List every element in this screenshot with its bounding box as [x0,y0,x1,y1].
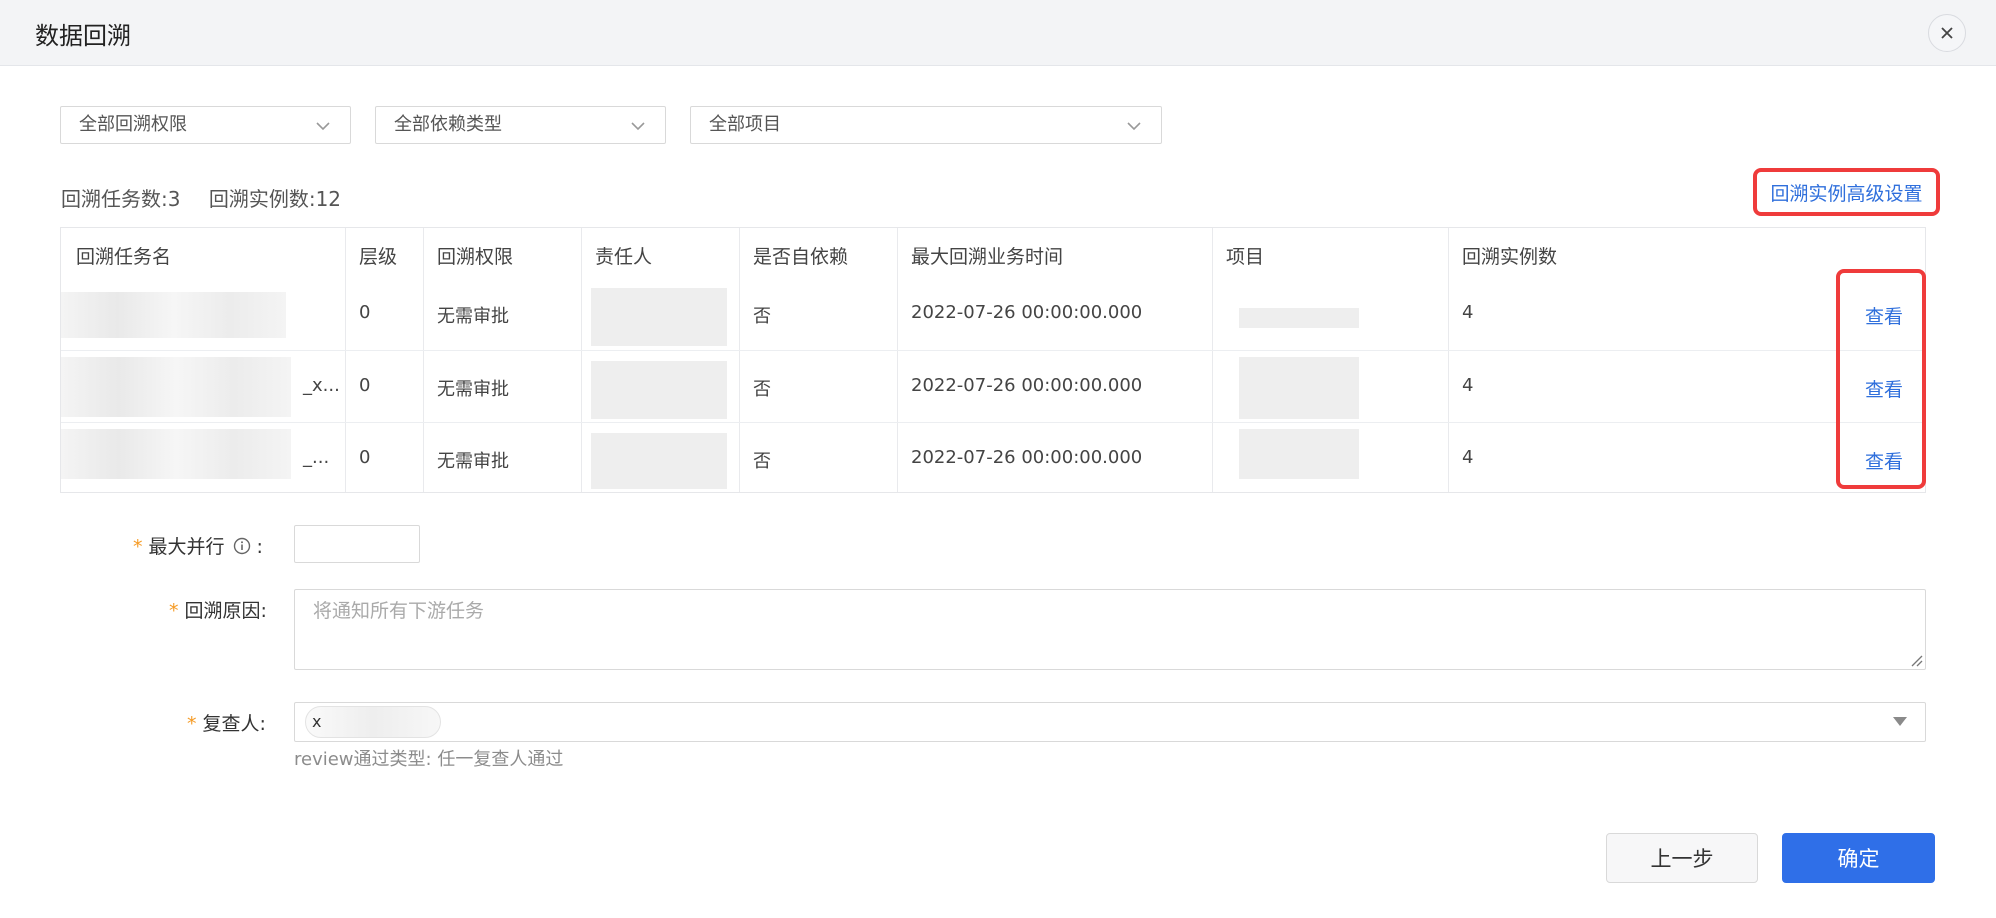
project-filter-value: 全部项目 [709,114,781,135]
close-button[interactable] [1928,14,1966,52]
redacted-owner [591,288,727,346]
header-instance-count: 回溯实例数 [1462,246,1558,268]
close-icon [1941,27,1953,39]
colon: : [260,600,267,622]
header-max-time: 最大回溯业务时间 [911,246,1064,268]
cell-level: 0 [359,302,371,323]
colon: : [259,713,266,735]
reason-textarea[interactable]: 将通知所有下游任务 [294,589,1926,670]
info-icon[interactable] [233,537,251,555]
max-parallel-label: * 最大并行: [133,532,263,559]
redacted-project [1239,308,1359,328]
view-column-highlight [1836,269,1926,489]
cell-level: 0 [359,375,371,396]
header-permission: 回溯权限 [437,246,514,268]
reviewer-text: 复查人 [202,713,260,735]
project-filter-select[interactable]: 全部项目 [690,106,1162,144]
table-row: _x... 0 无需审批 否 2022-07-26 00:00:00.000 4… [61,350,1925,422]
table-header: 回溯任务名 层级 回溯权限 责任人 是否自依赖 最大回溯业务时间 项目 回溯实例… [61,228,1925,278]
dialog-header: 数据回溯 [0,0,1996,66]
max-parallel-text: 最大并行 [148,536,225,558]
chevron-down-icon [1127,122,1141,131]
cell-instance-count: 4 [1462,375,1474,396]
backfill-table: 回溯任务名 层级 回溯权限 责任人 是否自依赖 最大回溯业务时间 项目 回溯实例… [60,227,1926,493]
redacted-task-name [61,429,291,479]
reviewer-label: * 复查人: [187,709,266,736]
task-name-suffix: _... [303,447,330,468]
cell-self-dependency: 否 [753,306,771,327]
redacted-project [1239,429,1359,479]
cell-level: 0 [359,447,371,468]
reviewer-select[interactable]: x [294,702,1926,742]
task-name-suffix: _x... [303,375,340,396]
header-level: 层级 [359,246,398,268]
header-self-dependency: 是否自依赖 [753,246,849,268]
permission-filter-value: 全部回溯权限 [79,114,187,135]
header-owner: 责任人 [595,246,653,268]
reviewer-tag[interactable]: x [305,706,441,738]
redacted-owner [591,361,727,419]
cell-permission: 无需审批 [437,379,509,400]
reason-text: 回溯原因 [184,600,261,622]
cell-self-dependency: 否 [753,379,771,400]
caret-down-icon[interactable] [1893,717,1907,726]
dependency-filter-value: 全部依赖类型 [394,114,502,135]
reason-placeholder: 将通知所有下游任务 [313,600,485,622]
confirm-button[interactable]: 确定 [1782,833,1935,883]
instance-count: 回溯实例数:12 [208,187,342,211]
cell-self-dependency: 否 [753,451,771,472]
cell-permission: 无需审批 [437,451,509,472]
backfill-stats: 回溯任务数:3 回溯实例数:12 [61,183,363,212]
redacted-project [1239,357,1359,419]
table-row: 0 无需审批 否 2022-07-26 00:00:00.000 4 查看 [61,278,1925,350]
review-hint: review通过类型: 任一复查人通过 [294,749,564,770]
colon: : [256,536,263,558]
reason-label: * 回溯原因: [169,596,267,623]
redacted-task-name [61,292,286,338]
table-row: _... 0 无需审批 否 2022-07-26 00:00:00.000 4 … [61,422,1925,494]
cell-instance-count: 4 [1462,302,1474,323]
max-parallel-input[interactable] [294,525,420,563]
reviewer-tag-text: x [312,712,322,731]
cell-permission: 无需审批 [437,306,509,327]
permission-filter-select[interactable]: 全部回溯权限 [60,106,351,144]
dialog-title: 数据回溯 [35,22,131,50]
resize-handle-icon[interactable] [1909,653,1923,667]
task-count: 回溯任务数:3 [61,187,181,211]
required-mark: * [133,536,143,558]
cell-max-time: 2022-07-26 00:00:00.000 [911,302,1143,323]
dependency-filter-select[interactable]: 全部依赖类型 [375,106,666,144]
header-task-name: 回溯任务名 [76,246,172,268]
cell-max-time: 2022-07-26 00:00:00.000 [911,447,1143,468]
advanced-settings-link[interactable]: 回溯实例高级设置 [1753,168,1940,216]
redacted-task-name [61,357,291,417]
cell-instance-count: 4 [1462,447,1474,468]
cell-max-time: 2022-07-26 00:00:00.000 [911,375,1143,396]
required-mark: * [187,713,197,735]
redacted-owner [591,433,727,489]
header-project: 项目 [1226,246,1265,268]
previous-button[interactable]: 上一步 [1606,833,1758,883]
chevron-down-icon [316,122,330,131]
required-mark: * [169,600,179,622]
chevron-down-icon [631,122,645,131]
